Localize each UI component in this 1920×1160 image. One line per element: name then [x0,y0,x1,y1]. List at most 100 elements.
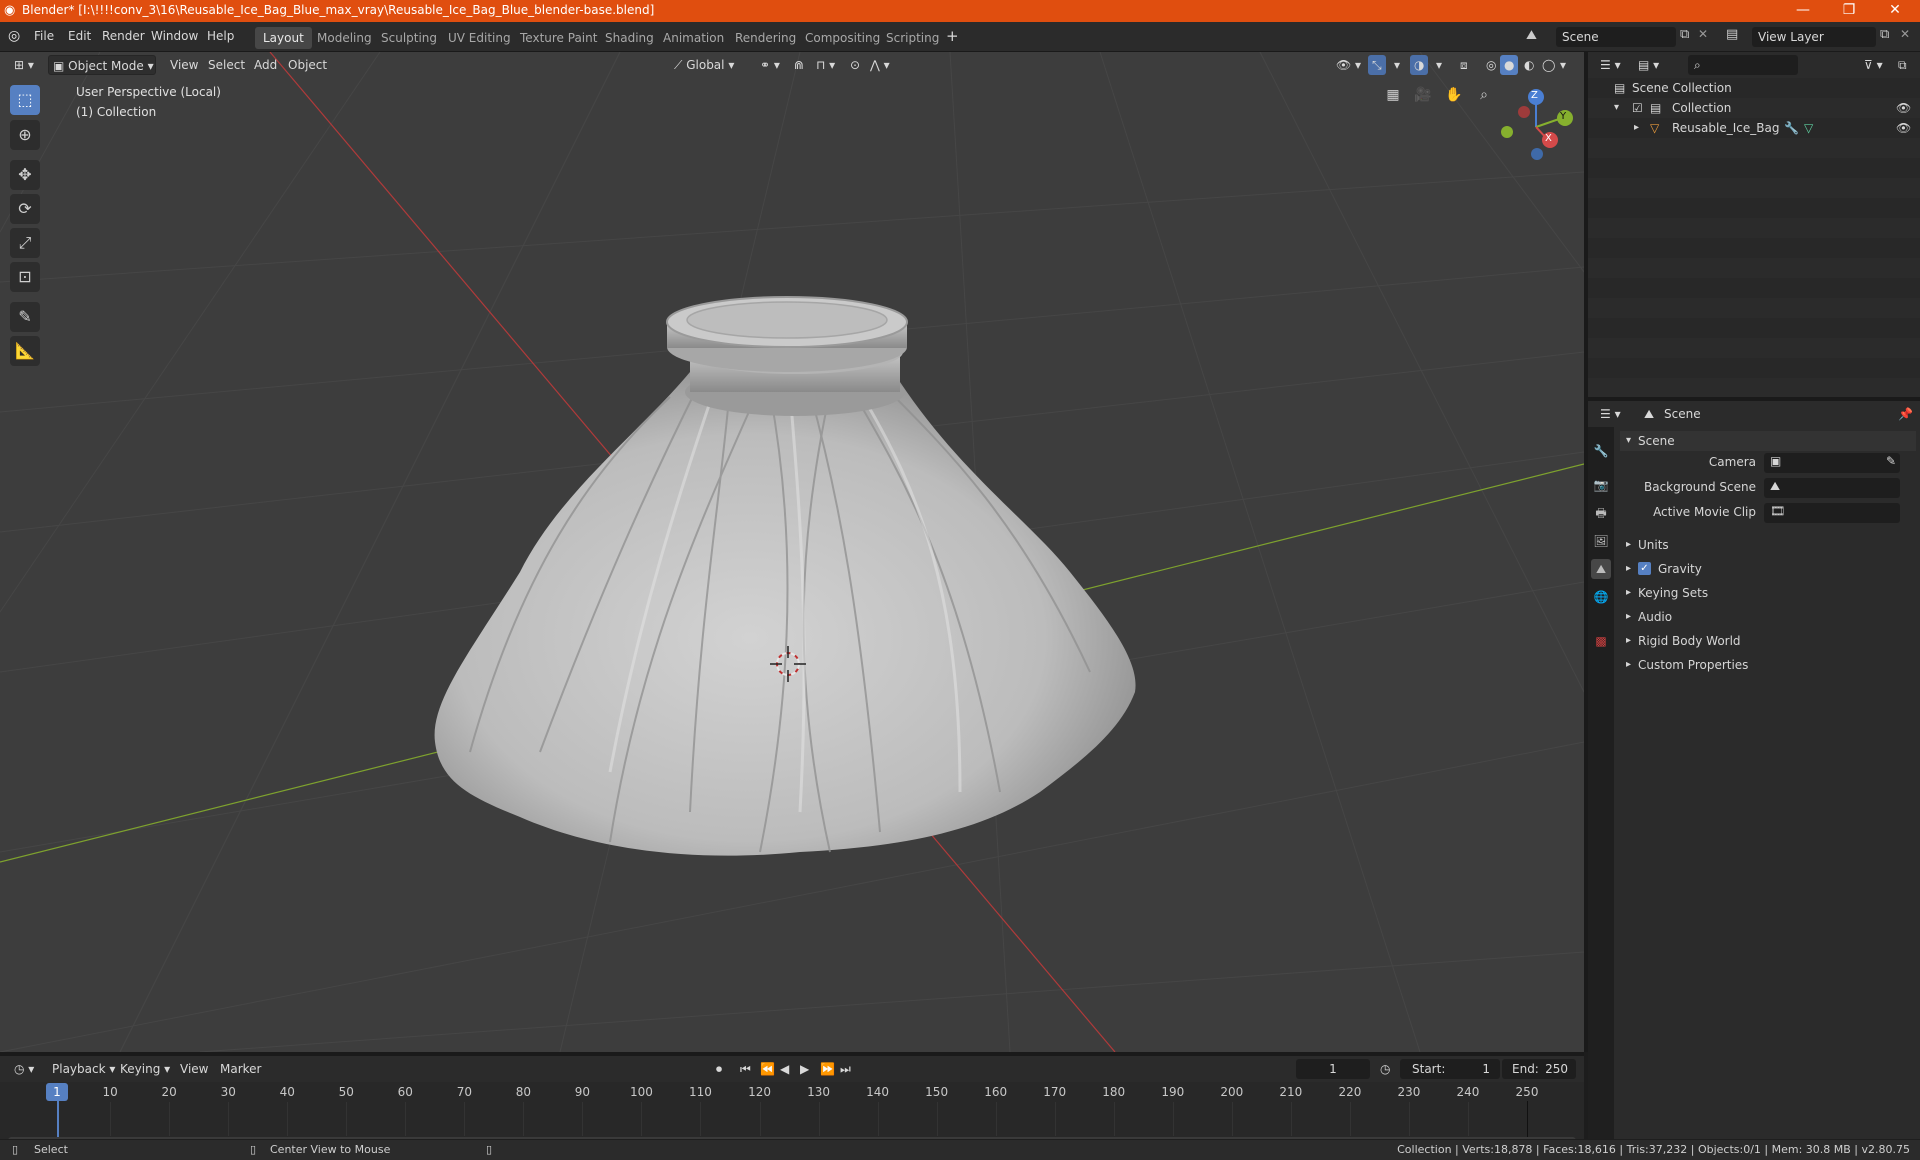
end-frame-field[interactable]: End: 250 [1502,1059,1576,1079]
measure-tool-icon[interactable]: 📐 [10,336,40,366]
shading-dropdown-icon[interactable]: ▾ [1556,55,1570,75]
editor-type-icon[interactable]: ⊞ ▾ [10,55,38,75]
tab-texture-paint[interactable]: Texture Paint [512,27,605,49]
outliner-row-scene-collection[interactable]: ▤ Scene Collection [1588,78,1920,98]
pin-icon[interactable]: 📌 [1894,404,1917,424]
toggle-camera-grid-icon[interactable]: ▦ [1381,83,1405,107]
new-view-layer-icon[interactable]: ⧉ [1880,27,1889,42]
annotate-tool-icon[interactable]: ✎ [10,302,40,332]
solid-shading-icon[interactable]: ● [1500,55,1519,75]
world-tab-icon[interactable]: 🌐 [1591,587,1611,607]
select-box-tool-icon[interactable]: ⬚ [10,85,40,115]
camera-view-icon[interactable]: 🎥 [1411,83,1435,107]
menu-file[interactable]: File [34,29,54,43]
new-scene-icon[interactable]: ⧉ [1680,27,1689,42]
pivot-point-icon[interactable]: ⚭ ▾ [756,55,784,75]
zoom-icon[interactable]: ⌕ [1472,83,1496,107]
viewport-canvas[interactable] [0,52,1584,1052]
outliner-editor-type-icon[interactable]: ☰ ▾ [1596,55,1625,75]
menu-window[interactable]: Window [151,29,198,43]
view-layer-icon[interactable]: ▤ [1726,27,1738,42]
play-reverse-icon[interactable]: ◀ [776,1059,793,1079]
restore-button[interactable]: ❐ [1826,0,1872,22]
tab-scripting[interactable]: Scripting [878,27,947,49]
filter-icon[interactable]: ⊽ ▾ [1860,55,1887,75]
mesh-data-icon[interactable]: ▽ [1804,118,1813,138]
audio-panel-header[interactable]: ▸ Audio [1620,607,1916,627]
tab-rendering[interactable]: Rendering [727,27,804,49]
eyedropper-icon[interactable]: ✎ [1886,454,1896,468]
scale-tool-icon[interactable]: ⤢ [10,228,40,258]
modifier-wrench-icon[interactable]: 🔧 [1784,118,1799,138]
add-workspace-button[interactable]: + [946,27,959,45]
overlay-toggle-icon[interactable]: ◑ [1410,55,1429,75]
scene-tab-icon[interactable]: ⛰ [1591,559,1611,579]
preview-range-icon[interactable]: ◷ [1376,1059,1394,1079]
background-scene-field[interactable]: ⛰ [1764,478,1900,498]
texture-tab-icon[interactable]: ▩ [1591,631,1611,651]
view-layer-tab-icon[interactable]: 🖼 [1591,531,1611,551]
wireframe-shading-icon[interactable]: ◎ [1482,55,1500,75]
snap-target-icon[interactable]: ⊓ ▾ [812,55,839,75]
custom-properties-panel-header[interactable]: ▸ Custom Properties [1620,655,1916,675]
tab-sculpting[interactable]: Sculpting [373,27,445,49]
tab-layout[interactable]: Layout [255,27,312,49]
falloff-icon[interactable]: ⋀ ▾ [866,55,894,75]
eye-icon[interactable]: 👁 [1896,98,1911,118]
rigid-body-world-panel-header[interactable]: ▸ Rigid Body World [1620,631,1916,651]
tab-animation[interactable]: Animation [655,27,732,49]
rotate-tool-icon[interactable]: ⟳ [10,194,40,224]
keying-menu[interactable]: Keying ▾ [116,1059,174,1079]
gravity-checkbox[interactable]: ✓ [1638,562,1651,575]
expand-arrow-icon[interactable]: ▾ [1614,98,1619,118]
playback-menu[interactable]: Playback ▾ [48,1059,119,1079]
minimize-button[interactable]: — [1780,0,1826,22]
transform-tool-icon[interactable]: ⊡ [10,262,40,292]
tab-uv-editing[interactable]: UV Editing [440,27,519,49]
gravity-panel-header[interactable]: ▸ ✓ Gravity [1620,559,1916,579]
scene-name-field[interactable]: Scene [1556,27,1676,47]
outliner-row-collection[interactable]: ▾ ☑ ▤ Collection 👁 [1588,98,1920,118]
gizmo-dropdown-icon[interactable]: ▾ [1390,55,1404,75]
menu-edit[interactable]: Edit [68,29,91,43]
view-layer-field[interactable]: View Layer [1752,27,1876,47]
active-movie-clip-field[interactable]: 🎞 [1764,503,1900,523]
gizmo-toggle-icon[interactable]: ⤡ [1368,55,1386,75]
expand-arrow-icon[interactable]: ▸ [1634,118,1639,138]
tab-compositing[interactable]: Compositing [797,27,888,49]
viewport-menu-view[interactable]: View [166,55,202,75]
timeline-view-menu[interactable]: View [176,1059,212,1079]
eye-icon[interactable]: 👁 [1896,118,1911,138]
checkbox-icon[interactable]: ☑ [1632,98,1643,118]
mode-dropdown[interactable]: ▣ Object Mode ▾ [48,55,156,75]
material-shading-icon[interactable]: ◐ [1520,55,1538,75]
units-panel-header[interactable]: ▸ Units [1620,535,1916,555]
ice-bag-model[interactable] [434,296,1136,856]
delete-view-layer-icon[interactable]: ✕ [1900,27,1910,41]
cursor-tool-icon[interactable]: ⊕ [10,120,40,150]
playhead-marker[interactable]: 1 [46,1083,68,1101]
outliner-row-object[interactable]: ▸ ▽ Reusable_Ice_Bag 🔧 ▽ 👁 [1588,118,1920,138]
close-window-button[interactable]: ✕ [1872,0,1918,22]
tab-shading[interactable]: Shading [597,27,662,49]
scene-panel-header[interactable]: ▾ Scene [1620,431,1916,451]
jump-start-icon[interactable]: ⏮ [736,1059,755,1079]
current-frame-field[interactable]: 1 [1296,1059,1370,1079]
pan-hand-icon[interactable]: ✋ [1442,83,1466,107]
jump-end-icon[interactable]: ⏭ [836,1059,855,1079]
move-tool-icon[interactable]: ✥ [10,160,40,190]
output-tab-icon[interactable]: 🖶 [1591,503,1611,523]
properties-editor-type-icon[interactable]: ☰ ▾ [1596,404,1625,424]
blender-menu-icon[interactable]: ◎ [8,28,20,44]
timeline-editor-type-icon[interactable]: ◷ ▾ [10,1059,38,1079]
tool-tab-icon[interactable]: 🔧 [1591,441,1611,461]
display-mode-icon[interactable]: ▤ ▾ [1634,55,1663,75]
visibility-icon[interactable]: 👁 ▾ [1332,55,1365,75]
menu-help[interactable]: Help [207,29,234,43]
overlay-dropdown-icon[interactable]: ▾ [1432,55,1446,75]
delete-scene-icon[interactable]: ✕ [1698,27,1708,41]
outliner-search-input[interactable]: ⌕ [1688,55,1798,75]
snap-icon[interactable]: ⋒ [790,55,808,75]
camera-field[interactable]: ▣ ✎ [1764,453,1900,473]
record-icon[interactable]: ⏺ [712,1059,726,1079]
